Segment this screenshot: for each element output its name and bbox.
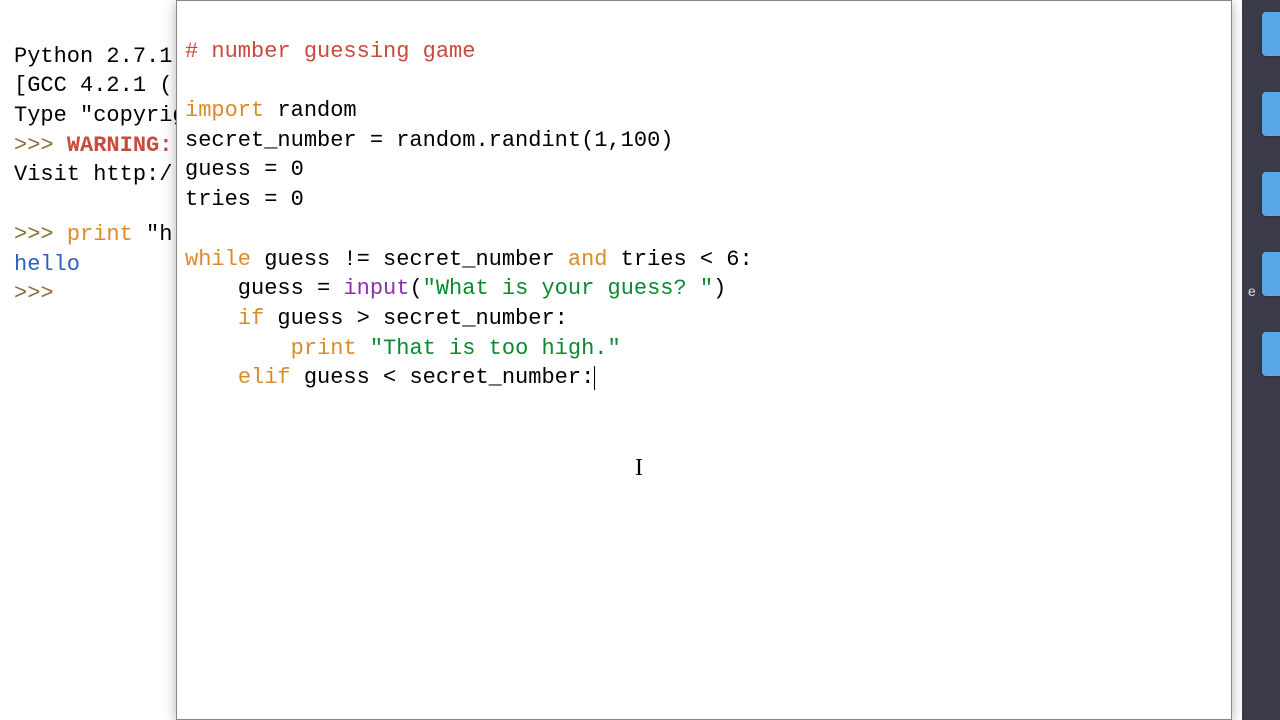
desktop-tab xyxy=(1262,332,1280,376)
code-line: elif guess < secret_number: xyxy=(185,365,595,390)
desktop-label-fragment: e xyxy=(1248,285,1256,301)
code-line: guess = input("What is your guess? ") xyxy=(185,276,726,301)
desktop-tab xyxy=(1262,12,1280,56)
shell-input-line: >>> print "h xyxy=(14,222,172,247)
code-line: # number guessing game xyxy=(185,39,475,64)
code-line: secret_number = random.randint(1,100) xyxy=(185,128,673,153)
code-line: if guess > secret_number: xyxy=(185,306,568,331)
code-line: import random xyxy=(185,98,357,123)
text-cursor xyxy=(594,366,595,390)
desktop-tab xyxy=(1262,172,1280,216)
desktop-tab xyxy=(1262,92,1280,136)
shell-link-line: Visit http:/ xyxy=(14,162,172,187)
shell-prompt-line: >>> xyxy=(14,281,67,306)
warning-label: WARNING: xyxy=(67,133,173,158)
shell-banner-line: Type "copyrig xyxy=(14,103,186,128)
shell-output-line: hello xyxy=(14,252,80,277)
code-line: guess = 0 xyxy=(185,157,304,182)
code-line: tries = 0 xyxy=(185,187,304,212)
mouse-text-cursor-icon: I xyxy=(635,452,643,484)
desktop-tab xyxy=(1262,252,1280,296)
code-editor[interactable]: # number guessing game import random sec… xyxy=(177,1,1231,719)
shell-banner-line: Python 2.7.1 xyxy=(14,44,172,69)
desktop-right-edge xyxy=(1250,0,1280,720)
code-line: while guess != secret_number and tries <… xyxy=(185,247,753,272)
editor-window[interactable]: Untitled # number guessing game import r… xyxy=(176,0,1232,720)
code-line: print "That is too high." xyxy=(185,336,621,361)
shell-prompt-line: >>> WARNING: xyxy=(14,133,172,158)
shell-banner-line: [GCC 4.2.1 ( xyxy=(14,73,172,98)
